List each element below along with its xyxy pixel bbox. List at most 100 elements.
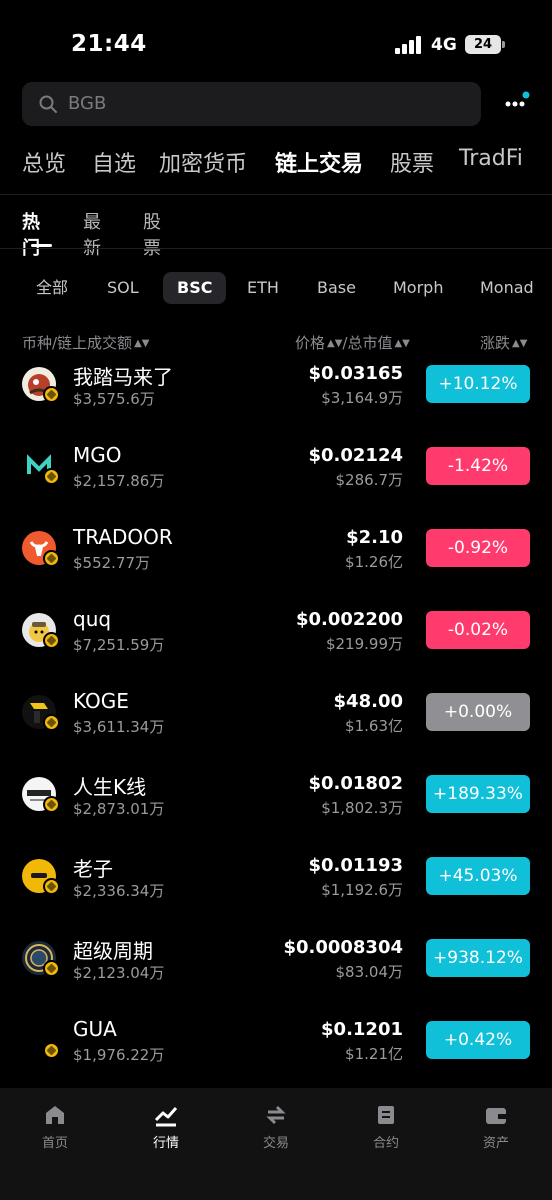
token-market-cap: $1.26亿	[345, 553, 403, 571]
home-icon	[46, 1106, 64, 1124]
token-price: $0.01193	[308, 855, 403, 876]
token-row[interactable]: MGO $2,157.86万 $0.02124 $286.7万 -1.42%	[0, 438, 552, 520]
token-volume: $3,611.34万	[73, 718, 165, 736]
bsc-chain-icon	[43, 960, 60, 977]
chip-sol[interactable]: SOL	[93, 272, 153, 304]
token-market-cap: $1,192.6万	[321, 881, 403, 899]
token-row[interactable]: GUA $1,976.22万 $0.1201 $1.21亿 +0.42%	[0, 1012, 552, 1094]
token-price: $0.01802	[308, 773, 403, 794]
tab-crypto[interactable]: 加密货币	[159, 146, 247, 178]
change-badge[interactable]: -0.92%	[426, 529, 530, 567]
clock: 21:44	[71, 31, 147, 57]
tab-stocks[interactable]: 股票	[390, 146, 434, 178]
wallet-icon	[486, 1108, 506, 1124]
bsc-chain-icon	[43, 878, 60, 895]
token-name: 超级周期	[73, 939, 153, 963]
token-price: $0.03165	[308, 363, 403, 384]
change-badge[interactable]: +10.12%	[426, 365, 530, 403]
bsc-chain-icon	[43, 386, 60, 403]
token-volume: $2,873.01万	[73, 800, 165, 818]
nav-home[interactable]: 首页	[15, 1102, 95, 1151]
token-volume: $2,123.04万	[73, 964, 165, 982]
token-name: 人生K线	[73, 775, 147, 799]
token-market-cap: $1.63亿	[345, 717, 403, 735]
subtab-hot[interactable]: 热门	[22, 208, 40, 260]
column-label: 总市值	[347, 334, 393, 352]
nav-label: 资产	[482, 1136, 509, 1151]
token-price: $0.002200	[295, 609, 403, 630]
bsc-chain-icon	[43, 468, 60, 485]
chip-base[interactable]: Base	[303, 272, 370, 304]
token-row[interactable]: quq $7,251.59万 $0.002200 $219.99万 -0.02%	[0, 602, 552, 684]
chart-trend-icon	[154, 1107, 178, 1127]
more-menu-icon[interactable]	[504, 88, 532, 114]
main-tabs: 总览 自选 加密货币 链上交易 股票 TradFi	[0, 146, 552, 188]
token-volume: $2,157.86万	[73, 472, 165, 490]
token-market-cap: $3,164.9万	[321, 389, 403, 407]
token-volume: $3,575.6万	[73, 390, 155, 408]
sort-icon: ▲▼	[512, 338, 528, 349]
token-market-cap: $286.7万	[335, 471, 404, 489]
status-bar: 21:44 4G 24	[0, 0, 552, 80]
token-price: $0.1201	[321, 1019, 403, 1040]
column-change[interactable]: 涨跌 ▲▼	[480, 332, 527, 353]
nav-futures[interactable]: 合约	[346, 1102, 426, 1151]
tab-overview[interactable]: 总览	[22, 146, 66, 178]
subtab-stocks[interactable]: 股票	[143, 208, 161, 260]
change-badge[interactable]: +189.33%	[426, 775, 530, 813]
token-row[interactable]: 我踏马来了 $3,575.6万 $0.03165 $3,164.9万 +10.1…	[0, 356, 552, 438]
nav-assets[interactable]: 资产	[456, 1102, 536, 1151]
token-row[interactable]: TRADOOR $552.77万 $2.10 $1.26亿 -0.92%	[0, 520, 552, 602]
divider	[0, 248, 552, 249]
change-badge[interactable]: -0.02%	[426, 611, 530, 649]
nav-markets[interactable]: 行情	[126, 1102, 206, 1151]
chip-morph[interactable]: Morph	[379, 272, 457, 304]
token-volume: $552.77万	[73, 554, 151, 572]
token-price: $0.02124	[308, 445, 403, 466]
chip-monad[interactable]: Monad	[466, 272, 548, 304]
token-row[interactable]: 老子 $2,336.34万 $0.01193 $1,192.6万 +45.03%	[0, 848, 552, 930]
chip-eth[interactable]: ETH	[233, 272, 293, 304]
token-name: 我踏马来了	[73, 365, 173, 389]
nav-trade[interactable]: 交易	[236, 1102, 316, 1151]
token-volume: $2,336.34万	[73, 882, 165, 900]
token-name: KOGE	[73, 689, 129, 713]
column-label: 币种/链上成交额	[22, 334, 133, 352]
change-badge[interactable]: +0.00%	[426, 693, 530, 731]
bsc-chain-icon	[43, 550, 60, 567]
token-name: MGO	[73, 443, 122, 467]
tab-watchlist[interactable]: 自选	[92, 146, 136, 178]
search-input[interactable]: BGB	[22, 82, 481, 126]
sort-icon: ▲▼	[327, 338, 343, 349]
column-label: 价格	[295, 334, 326, 352]
network-type: 4G	[431, 35, 457, 55]
token-market-cap: $83.04万	[335, 963, 404, 981]
token-name: 老子	[73, 857, 113, 881]
nav-label: 交易	[262, 1136, 289, 1151]
change-badge[interactable]: +45.03%	[426, 857, 530, 895]
change-badge[interactable]: +938.12%	[426, 939, 530, 977]
token-row[interactable]: KOGE $3,611.34万 $48.00 $1.63亿 +0.00%	[0, 684, 552, 766]
column-price-mcap[interactable]: 价格 ▲▼/总市值 ▲▼	[295, 332, 410, 353]
chip-bsc[interactable]: BSC	[163, 272, 227, 304]
change-badge[interactable]: +0.42%	[426, 1021, 530, 1059]
token-name: GUA	[73, 1017, 117, 1041]
subtab-new[interactable]: 最新	[83, 208, 101, 260]
tab-onchain[interactable]: 链上交易	[275, 146, 363, 178]
change-badge[interactable]: -1.42%	[426, 447, 530, 485]
tab-tradfi[interactable]: TradFi	[459, 146, 523, 171]
column-label: 涨跌	[480, 334, 511, 352]
token-row[interactable]: 超级周期 $2,123.04万 $0.0008304 $83.04万 +938.…	[0, 930, 552, 1012]
bsc-chain-icon	[43, 1042, 60, 1059]
column-pair-volume[interactable]: 币种/链上成交额 ▲▼	[22, 332, 149, 353]
token-row[interactable]: 人生K线 $2,873.01万 $0.01802 $1,802.3万 +189.…	[0, 766, 552, 848]
token-market-cap: $1.21亿	[345, 1045, 403, 1063]
bsc-chain-icon	[43, 632, 60, 649]
chip-all[interactable]: 全部	[22, 272, 82, 304]
token-market-cap: $1,802.3万	[321, 799, 403, 817]
token-price: $0.0008304	[283, 937, 403, 958]
token-volume: $7,251.59万	[73, 636, 165, 654]
bsc-chain-icon	[43, 714, 60, 731]
search-placeholder: BGB	[68, 93, 107, 114]
nav-label: 首页	[41, 1136, 68, 1151]
